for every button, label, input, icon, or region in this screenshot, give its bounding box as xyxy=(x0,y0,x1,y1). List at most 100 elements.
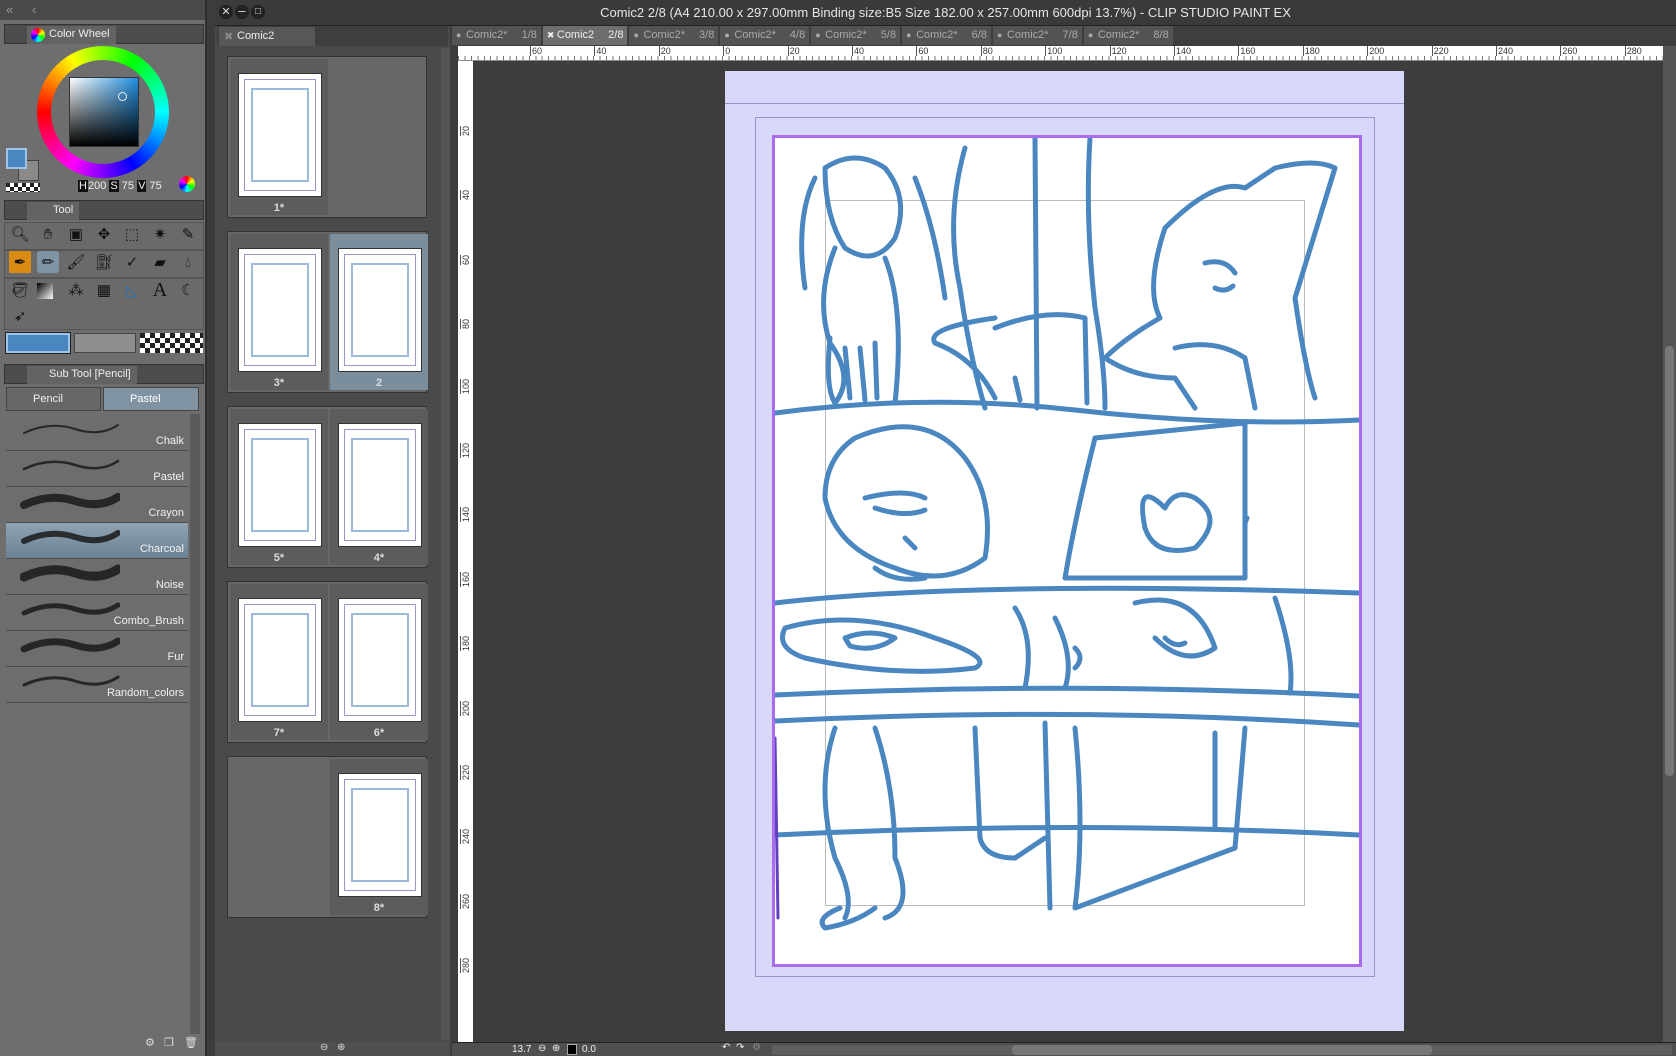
zoom-out-icon[interactable]: ⊖ xyxy=(320,1042,328,1053)
document-tab[interactable]: ✖ Comic2 2/8 xyxy=(542,26,628,45)
pencil-tool-icon[interactable]: ✏︎ xyxy=(37,251,59,273)
ruler-tick-label: 240 xyxy=(1496,46,1514,56)
ruler-tick-label: 120 xyxy=(1109,46,1127,56)
collapse-left-icon[interactable]: ‹ xyxy=(32,2,36,17)
subtool-tab-label: Sub Tool [Pencil] xyxy=(49,368,131,380)
panel-border-line xyxy=(775,585,1359,606)
color-picker-cursor[interactable] xyxy=(118,92,127,101)
figure-tool-icon[interactable]: ⁂ xyxy=(65,279,87,301)
zoom-out-icon[interactable]: ⊖ xyxy=(538,1043,546,1054)
gradient-tool-icon[interactable] xyxy=(37,283,53,299)
copy-subtool-icon[interactable]: ❐ xyxy=(164,1036,174,1049)
subtool-group-pastel[interactable]: Pastel xyxy=(103,387,199,411)
canvas-horizontal-scrollbar[interactable] xyxy=(772,1045,1672,1055)
maximize-window-icon[interactable]: □ xyxy=(251,5,265,19)
brush-item-pastel[interactable]: Pastel xyxy=(6,451,188,487)
page-thumbnail[interactable]: 1* xyxy=(230,59,328,215)
airbrush-tool-icon[interactable]: ⛽︎ xyxy=(93,251,115,273)
page-thumbnail[interactable]: 6* xyxy=(330,584,428,740)
text-tool-icon[interactable]: A xyxy=(149,279,171,301)
comic-page[interactable] xyxy=(725,71,1404,1031)
ruler-tick-label: 140 xyxy=(460,507,471,523)
page-thumbnail[interactable]: 2 xyxy=(330,234,428,390)
scroll-thumb[interactable] xyxy=(1665,346,1674,776)
close-tab-icon[interactable]: ✖ xyxy=(547,26,555,45)
frame-border-tool-icon[interactable]: ▦ xyxy=(93,279,115,301)
document-tab[interactable]: ● Comic2* 3/8 xyxy=(629,26,719,45)
tab-color-wheel[interactable]: Color Wheel xyxy=(27,26,116,44)
zoom-in-icon[interactable]: ⊕ xyxy=(337,1042,345,1053)
document-tab[interactable]: ● Comic2* 6/8 xyxy=(902,26,991,45)
fill-tool-icon[interactable]: 🪣︎ xyxy=(9,279,31,301)
tab-subtool[interactable]: Sub Tool [Pencil] xyxy=(27,366,137,384)
transparent-color-bar[interactable] xyxy=(140,333,203,353)
saturation-value-square[interactable] xyxy=(69,77,139,147)
sub-color-bar[interactable] xyxy=(74,333,136,353)
collapse-dock-icon[interactable]: « xyxy=(6,2,13,17)
rotation-angle[interactable]: 0.0 xyxy=(582,1044,596,1055)
ruler-tick-label: 20 xyxy=(460,125,471,136)
page-thumbnail[interactable]: 4* xyxy=(330,409,428,565)
document-tab[interactable]: ● Comic2* 1/8 xyxy=(452,26,541,45)
close-window-icon[interactable]: ✕ xyxy=(219,5,233,19)
subtool-settings-icon[interactable]: ⚙ xyxy=(145,1036,155,1049)
ruler-tool-icon[interactable]: ◺ xyxy=(121,279,143,301)
document-tab[interactable]: ● Comic2* 5/8 xyxy=(811,26,901,45)
drawing-area[interactable] xyxy=(772,135,1362,967)
color-mode-icon[interactable] xyxy=(179,176,195,192)
page-spread: 3* 2 xyxy=(227,231,428,393)
tab-comic2[interactable]: ✖ Comic2 xyxy=(219,27,315,46)
ruler-tick-label: 120 xyxy=(460,442,471,458)
document-tab[interactable]: ● Comic2* 4/8 xyxy=(720,26,810,45)
transparent-color-chip[interactable] xyxy=(6,183,40,192)
eyedropper-tool-icon[interactable]: ✎ xyxy=(177,223,199,245)
close-tab-icon[interactable]: ✖ xyxy=(224,30,233,43)
decoration-tool-icon[interactable]: ✓ xyxy=(121,251,143,273)
canvas-area[interactable] xyxy=(473,61,1663,1042)
tab-tool[interactable]: Tool xyxy=(27,202,80,220)
eraser-tool-icon[interactable]: ▰ xyxy=(149,251,171,273)
brush-item-random_colors[interactable]: Random_colors xyxy=(6,667,188,703)
zoom-level[interactable]: 13.7 xyxy=(512,1044,531,1055)
main-color-chip[interactable] xyxy=(6,148,27,169)
zoom-in-icon[interactable]: ⊕ xyxy=(552,1043,560,1054)
selection-tool-icon[interactable]: ⬚ xyxy=(121,223,143,245)
page-manager-scrollbar[interactable] xyxy=(441,48,450,1040)
auto-select-tool-icon[interactable]: ✷ xyxy=(149,223,171,245)
rotate-right-icon[interactable]: ↷ xyxy=(736,1042,744,1053)
scroll-thumb[interactable] xyxy=(1012,1045,1432,1055)
blend-tool-icon[interactable]: 💧︎ xyxy=(177,251,199,273)
brush-item-noise[interactable]: Noise xyxy=(6,559,188,595)
brush-tool-icon[interactable]: 🖌︎ xyxy=(65,251,87,273)
correct-line-tool-icon[interactable]: ➶ xyxy=(9,305,31,327)
brush-item-chalk[interactable]: Chalk xyxy=(6,415,188,451)
reset-rotation-icon[interactable]: ⚙ xyxy=(752,1042,761,1053)
zoom-tool-icon[interactable]: 🔍︎ xyxy=(9,223,31,245)
page-thumbnail[interactable]: 5* xyxy=(230,409,328,565)
brush-item-fur[interactable]: Fur xyxy=(6,631,188,667)
page-preview xyxy=(338,248,422,372)
operation-tool-icon[interactable]: ▣ xyxy=(65,223,87,245)
move-layer-tool-icon[interactable]: ✥ xyxy=(93,223,115,245)
balloon-tool-icon[interactable]: ☾ xyxy=(177,279,199,301)
fit-page-icon[interactable] xyxy=(567,1044,577,1055)
minimize-window-icon[interactable]: – xyxy=(235,4,249,19)
page-thumbnail[interactable]: 3* xyxy=(230,234,328,390)
delete-subtool-icon[interactable]: 🗑︎ xyxy=(184,1036,198,1049)
subtool-group-pencil[interactable]: Pencil xyxy=(6,387,101,411)
rotate-left-icon[interactable]: ↶ xyxy=(722,1042,730,1053)
pen-tool-icon[interactable]: ✒︎ xyxy=(9,251,31,273)
brush-item-charcoal[interactable]: Charcoal xyxy=(6,523,188,559)
hand-tool-icon[interactable]: ✋︎ xyxy=(37,223,59,245)
brush-item-crayon[interactable]: Crayon xyxy=(6,487,188,523)
document-tab[interactable]: ● Comic2* 7/8 xyxy=(992,26,1082,45)
page-thumbnail[interactable]: 7* xyxy=(230,584,328,740)
fox-character-sketch xyxy=(1102,160,1338,411)
main-color-bar[interactable] xyxy=(5,332,71,354)
brush-stroke-preview xyxy=(20,564,120,582)
canvas-vertical-scrollbar[interactable] xyxy=(1663,46,1676,1042)
page-thumbnail[interactable]: 8* xyxy=(330,759,428,915)
brush-list-scrollbar[interactable] xyxy=(190,414,200,1034)
document-tab[interactable]: ● Comic2* 8/8 xyxy=(1083,26,1173,45)
brush-item-combo_brush[interactable]: Combo_Brush xyxy=(6,595,188,631)
